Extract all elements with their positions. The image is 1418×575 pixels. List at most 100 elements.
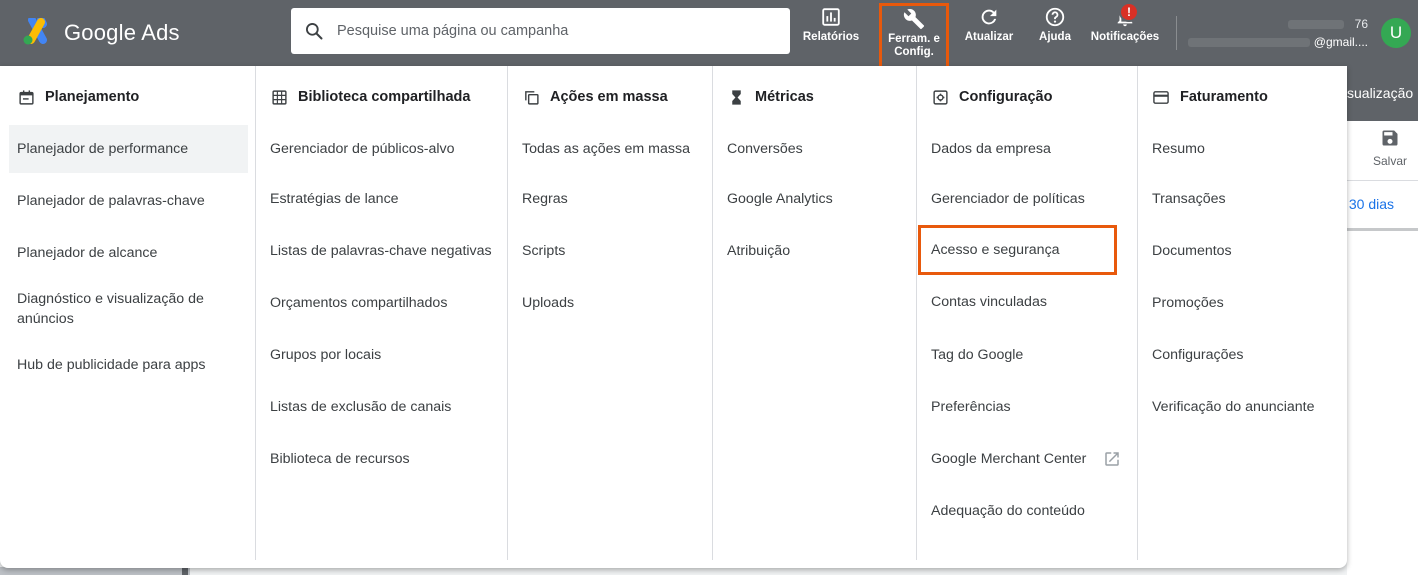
menu-item-asset-library[interactable]: Biblioteca de recursos xyxy=(270,433,507,485)
account-id-suffix: 76 xyxy=(1354,17,1368,31)
menu-column-billing: Faturamento Resumo Transações Documentos… xyxy=(1138,66,1347,560)
menu-item-google-merchant-center[interactable]: Google Merchant Center xyxy=(917,433,1137,485)
menu-item-performance-planner[interactable]: Planejador de performance xyxy=(9,125,248,173)
menu-item-linked-accounts[interactable]: Contas vinculadas xyxy=(917,275,1137,329)
menu-column-setup: Configuração Dados da empresa Gerenciado… xyxy=(917,66,1138,560)
menu-column-shared-library: Biblioteca compartilhada Gerenciador de … xyxy=(256,66,508,560)
redacted-text xyxy=(1288,20,1344,29)
menu-heading-metrics: Métricas xyxy=(727,88,814,106)
menu-item-promotions[interactable]: Promoções xyxy=(1152,277,1347,329)
refresh-button[interactable]: Atualizar xyxy=(960,6,1018,60)
search-input[interactable] xyxy=(337,23,757,39)
menu-heading-label: Faturamento xyxy=(1180,89,1268,105)
menu-heading-label: Configuração xyxy=(959,89,1053,105)
menu-heading-shared-library: Biblioteca compartilhada xyxy=(270,88,470,106)
menu-item-summary[interactable]: Resumo xyxy=(1152,125,1347,173)
menu-item-app-hub[interactable]: Hub de publicidade para apps xyxy=(0,341,255,389)
menu-item-advertiser-verification[interactable]: Verificação do anunciante xyxy=(1152,381,1347,433)
menu-item-ad-preview[interactable]: Diagnóstico e visualização de anúncios xyxy=(0,277,255,341)
background-marker xyxy=(182,567,188,575)
external-link-icon xyxy=(1105,452,1119,466)
menu-items: Dados da empresa Gerenciador de política… xyxy=(917,125,1137,537)
menu-item-content-suitability[interactable]: Adequação do conteúdo xyxy=(917,485,1137,537)
menu-items: Resumo Transações Documentos Promoções C… xyxy=(1138,125,1347,433)
tools-label-line2: Config. xyxy=(894,46,934,58)
view-label: sualização xyxy=(1347,85,1414,101)
hourglass-icon xyxy=(727,88,745,106)
menu-heading-label: Métricas xyxy=(755,89,814,105)
account-id: 76 xyxy=(1288,17,1368,31)
menu-item-preferences[interactable]: Preferências xyxy=(917,381,1137,433)
menu-item-uploads[interactable]: Uploads xyxy=(522,277,712,329)
menu-item-transactions[interactable]: Transações xyxy=(1152,173,1347,225)
menu-item-negative-keyword-lists[interactable]: Listas de palavras-chave negativas xyxy=(270,225,507,277)
menu-item-bid-strategies[interactable]: Estratégias de lance xyxy=(270,173,507,225)
menu-item-policy-manager[interactable]: Gerenciador de políticas xyxy=(917,173,1137,225)
top-bar: Google Ads Relatórios Ferram. e Config. … xyxy=(0,0,1418,69)
menu-item-access-and-security[interactable]: Acesso e segurança xyxy=(918,225,1117,275)
background-sidebar xyxy=(0,567,190,575)
reports-label: Relatórios xyxy=(802,31,860,43)
menu-item-reach-planner[interactable]: Planejador de alcance xyxy=(0,229,255,277)
toolbar-divider xyxy=(1176,16,1177,50)
help-label: Ajuda xyxy=(1039,31,1071,43)
refresh-label: Atualizar xyxy=(964,31,1014,43)
save-label: Salvar xyxy=(1372,154,1407,168)
search-box[interactable] xyxy=(291,8,790,54)
menu-item-scripts[interactable]: Scripts xyxy=(522,225,712,277)
tools-label-line1: Ferram. e xyxy=(888,33,940,45)
menu-heading-label: Ações em massa xyxy=(550,89,668,105)
menu-column-metrics: Métricas Conversões Google Analytics Atr… xyxy=(713,66,917,560)
menu-item-documents[interactable]: Documentos xyxy=(1152,225,1347,277)
menu-heading-label: Biblioteca compartilhada xyxy=(298,89,471,105)
tools-dropdown-menu: Planejamento Planejador de performance P… xyxy=(0,66,1347,568)
avatar[interactable]: U xyxy=(1381,18,1411,48)
menu-items: Planejador de performance Planejador de … xyxy=(0,125,255,389)
background-header: sualização xyxy=(1347,66,1418,121)
menu-item-keyword-planner[interactable]: Planejador de palavras-chave xyxy=(0,173,255,229)
background-content xyxy=(1347,121,1418,575)
notifications-button[interactable]: Notificações ! xyxy=(1086,2,1164,60)
menu-item-business-data[interactable]: Dados da empresa xyxy=(917,125,1137,173)
tools-and-settings-button[interactable]: Ferram. e Config. xyxy=(879,3,949,69)
menu-item-google-analytics[interactable]: Google Analytics xyxy=(727,173,916,225)
divider xyxy=(1347,228,1418,231)
menu-heading-billing: Faturamento xyxy=(1152,88,1268,106)
menu-item-shared-budgets[interactable]: Orçamentos compartilhados xyxy=(270,277,507,329)
menu-item-audience-manager[interactable]: Gerenciador de públicos-alvo xyxy=(270,125,507,173)
menu-item-all-bulk-actions[interactable]: Todas as ações em massa xyxy=(522,125,712,173)
menu-item-label: Google Merchant Center xyxy=(931,451,1087,467)
account-email[interactable]: @gmail.... xyxy=(1188,35,1368,49)
credit-card-icon xyxy=(1152,88,1170,106)
help-icon xyxy=(1045,7,1065,27)
notifications-label: Notificações xyxy=(1090,31,1160,43)
menu-item-conversions[interactable]: Conversões xyxy=(727,125,916,173)
calendar-icon xyxy=(17,88,35,106)
menu-heading-planning: Planejamento xyxy=(17,88,139,106)
gear-icon xyxy=(931,88,949,106)
google-ads-logo-icon xyxy=(23,18,47,45)
help-button[interactable]: Ajuda xyxy=(1034,6,1076,60)
account-email-suffix: @gmail.... xyxy=(1313,35,1368,49)
menu-items: Conversões Google Analytics Atribuição xyxy=(713,125,916,277)
menu-items: Todas as ações em massa Regras Scripts U… xyxy=(508,125,712,329)
menu-heading-bulk-actions: Ações em massa xyxy=(522,88,668,106)
menu-heading-setup: Configuração xyxy=(931,88,1052,106)
menu-item-billing-settings[interactable]: Configurações xyxy=(1152,329,1347,381)
menu-items: Gerenciador de públicos-alvo Estratégias… xyxy=(256,125,507,485)
save-button[interactable]: Salvar xyxy=(1370,128,1410,168)
menu-column-bulk-actions: Ações em massa Todas as ações em massa R… xyxy=(508,66,713,560)
menu-item-rules[interactable]: Regras xyxy=(522,173,712,225)
wrench-icon xyxy=(903,9,925,30)
reports-button[interactable]: Relatórios xyxy=(800,6,862,60)
copy-stack-icon xyxy=(522,88,540,106)
menu-item-placement-exclusion-lists[interactable]: Listas de exclusão de canais xyxy=(270,381,507,433)
menu-item-location-groups[interactable]: Grupos por locais xyxy=(270,329,507,381)
notification-badge: ! xyxy=(1119,2,1139,22)
redacted-text xyxy=(1188,38,1310,47)
divider xyxy=(1347,180,1418,181)
search-icon xyxy=(291,8,337,54)
brand-name: Google Ads xyxy=(64,20,180,45)
menu-item-attribution[interactable]: Atribuição xyxy=(727,225,916,277)
menu-item-google-tag[interactable]: Tag do Google xyxy=(917,329,1137,381)
